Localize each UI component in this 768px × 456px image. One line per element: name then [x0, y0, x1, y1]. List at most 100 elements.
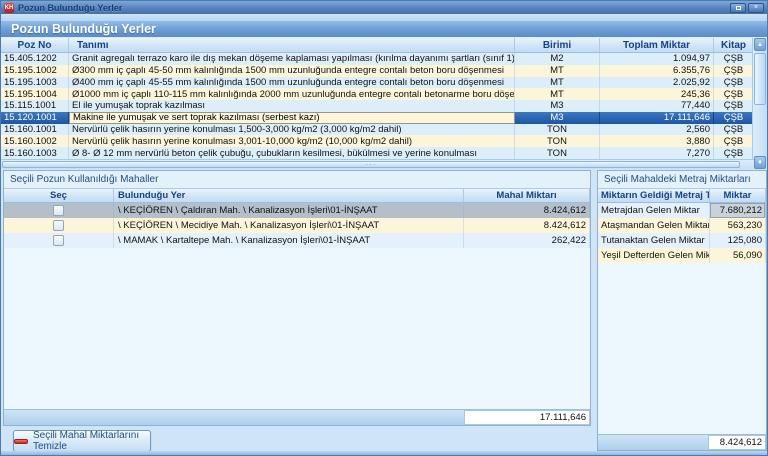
cell-birim: M3 — [515, 100, 600, 112]
cell-tanim: Nervürlü çelik hasırın yerine konulması … — [69, 135, 515, 147]
clear-mahal-amounts-button[interactable]: Seçili Mahal Miktarlarını Temizle — [13, 430, 151, 452]
column-header-metraj-tipi[interactable]: Miktarın Geldiği Metraj Tipi — [598, 189, 710, 202]
cell-poz-no: 15.195.1002 — [1, 65, 69, 77]
table-row-selected[interactable]: 15.120.1001 Makine ile yumuşak ve sert t… — [1, 112, 754, 124]
metraj-row[interactable]: Metrajdan Gelen Miktar 7.680,212 — [598, 203, 766, 218]
cell-tanim: Ø400 mm iç çaplı 45-55 mm kalınlığında 1… — [69, 77, 515, 89]
cell-birim: M2 — [515, 53, 600, 65]
metraj-row[interactable]: Yeşil Defterden Gelen Miktar 56,090 — [598, 248, 766, 263]
row-checkbox[interactable] — [53, 220, 64, 231]
cell-metraj-tipi: Tutanaktan Gelen Miktar — [598, 233, 710, 248]
table-row[interactable]: 15.115.1001 El ile yumuşak toprak kazılm… — [1, 100, 754, 112]
cell-toplam: 1.094,97 — [600, 53, 714, 65]
table-row[interactable]: 15.195.1003 Ø400 mm iç çaplı 45-55 mm ka… — [1, 77, 754, 89]
table-row[interactable]: 15.160.1002 Nervürlü çelik hasırın yerin… — [1, 135, 754, 147]
cell-toplam: 77,440 — [600, 100, 714, 112]
clear-button-label: Seçili Mahal Miktarlarını Temizle — [33, 430, 150, 452]
cell-poz-no: 15.160.1002 — [1, 135, 69, 147]
table-row[interactable]: 15.195.1004 Ø1000 mm iç çaplı 110-115 mm… — [1, 88, 754, 100]
cell-kitap: ÇŞB — [714, 65, 754, 77]
cell-tanim-editing[interactable]: Makine ile yumuşak ve sert toprak kazılm… — [69, 112, 515, 124]
cell-kitap: ÇŞB — [714, 100, 754, 112]
column-header-mahal-miktari[interactable]: Mahal Miktarı — [464, 189, 590, 202]
column-header-toplam-miktar[interactable]: Toplam Miktar — [600, 38, 714, 52]
cell-miktar: 563,230 — [710, 218, 766, 233]
eraser-icon — [14, 439, 28, 444]
cell-toplam: 7,270 — [600, 147, 714, 159]
app-window: KH Pozun Bulunduğu Yerler × Pozun Bulund… — [0, 0, 768, 456]
page-title: Pozun Bulunduğu Yerler — [11, 22, 156, 36]
mahal-row[interactable]: \ KEÇİÖREN \ Mecidiye Mah. \ Kanalizasyo… — [4, 218, 590, 233]
cell-birim: MT — [515, 65, 600, 77]
poz-table: Poz No Tanımı Birimi Toplam Miktar Kitap… — [1, 38, 754, 159]
cell-tanim: Granit agregalı terrazo karo ile dış mek… — [69, 53, 515, 65]
cell-mahal-miktari: 262,422 — [464, 233, 590, 248]
vertical-scroll-thumb[interactable] — [754, 53, 766, 105]
table-row[interactable]: 15.160.1003 Ø 8- Ø 12 mm nervürlü beton … — [1, 147, 754, 159]
metraj-row[interactable]: Ataşmandan Gelen Miktar 563,230 — [598, 218, 766, 233]
column-header-poz-no[interactable]: Poz No — [1, 38, 69, 52]
cell-kitap: ÇŞB — [714, 88, 754, 100]
table-row[interactable]: 15.405.1202 Granit agregalı terrazo karo… — [1, 53, 754, 65]
cell-poz-no: 15.195.1003 — [1, 77, 69, 89]
metraj-panel: Seçili Mahaldeki Metraj Miktarları Mikta… — [597, 170, 767, 451]
scroll-up-icon[interactable]: ▲ — [754, 38, 766, 51]
column-header-birim[interactable]: Birimi — [515, 38, 600, 52]
cell-tanim: Ø1000 mm iç çaplı 110-115 mm kalınlığınd… — [69, 88, 515, 100]
cell-tanim: Nervürlü çelik hasırın yerine konulması … — [69, 124, 515, 136]
cell-poz-no: 15.120.1001 — [1, 112, 69, 124]
mahal-row-selected[interactable]: \ KEÇİÖREN \ Çaldıran Mah. \ Kanalizasyo… — [4, 203, 590, 218]
mahaller-total-row: 17.111,646 — [4, 409, 590, 425]
cell-poz-no: 15.160.1001 — [1, 124, 69, 136]
column-header-kitap[interactable]: Kitap — [714, 38, 754, 52]
cell-toplam: 17.111,646 — [600, 112, 714, 124]
cell-kitap: ÇŞB — [714, 53, 754, 65]
poz-table-header: Poz No Tanımı Birimi Toplam Miktar Kitap — [1, 38, 754, 53]
cell-kitap: ÇŞB — [714, 135, 754, 147]
mahaller-empty-area — [4, 248, 590, 409]
cell-toplam: 2.025,92 — [600, 77, 714, 89]
cell-mahal-miktari: 8.424,612 — [464, 218, 590, 233]
row-checkbox[interactable] — [53, 205, 64, 216]
restore-window-button[interactable] — [730, 3, 746, 13]
metraj-total-row: 8.424,612 — [598, 434, 766, 450]
close-window-button[interactable]: × — [748, 3, 764, 13]
column-header-miktar[interactable]: Miktar — [710, 189, 766, 202]
cell-miktar: 56,090 — [710, 248, 766, 263]
cell-miktar-selected: 7.680,212 — [710, 203, 766, 218]
cell-birim: TON — [515, 124, 600, 136]
window-bottom-edge — [1, 451, 767, 455]
titlebar: KH Pozun Bulunduğu Yerler × — [1, 1, 767, 14]
cell-bulundugu-yer: \ KEÇİÖREN \ Mecidiye Mah. \ Kanalizasyo… — [114, 218, 464, 233]
cell-kitap: ÇŞB — [714, 112, 754, 124]
column-header-tanim[interactable]: Tanımı — [69, 38, 515, 52]
metraj-row[interactable]: Tutanaktan Gelen Miktar 125,080 — [598, 233, 766, 248]
cell-birim: MT — [515, 77, 600, 89]
cell-poz-no: 15.405.1202 — [1, 53, 69, 65]
cell-mahal-miktari: 8.424,612 — [464, 203, 590, 218]
cell-birim: TON — [515, 147, 600, 159]
vertical-scrollbar[interactable]: ▲ ▼ — [752, 38, 767, 169]
toolbar-strip — [1, 14, 767, 21]
cell-toplam: 3,880 — [600, 135, 714, 147]
horizontal-scroll-thumb[interactable]: ··· — [2, 161, 740, 168]
horizontal-scrollbar[interactable]: ··· — [1, 159, 754, 169]
row-checkbox[interactable] — [53, 235, 64, 246]
cell-kitap: ÇŞB — [714, 147, 754, 159]
window-controls: × — [730, 3, 764, 13]
mahaller-panel-title: Seçili Pozun Kullanıldığı Mahaller — [4, 171, 590, 188]
cell-toplam: 2,560 — [600, 124, 714, 136]
column-header-sec[interactable]: Seç — [4, 189, 114, 202]
total-row-filler — [4, 410, 464, 425]
mahaller-total-value: 17.111,646 — [464, 410, 590, 425]
column-header-bulundugu-yer[interactable]: Bulunduğu Yer — [114, 189, 464, 202]
mahal-row[interactable]: \ MAMAK \ Kartaltepe Mah. \ Kanalizasyon… — [4, 233, 590, 248]
app-icon: KH — [4, 3, 14, 13]
cell-tanim: El ile yumuşak toprak kazılması — [69, 100, 515, 112]
cell-metraj-tipi: Ataşmandan Gelen Miktar — [598, 218, 710, 233]
cell-metraj-tipi: Yeşil Defterden Gelen Miktar — [598, 248, 710, 263]
table-row[interactable]: 15.195.1002 Ø300 mm iç çaplı 45-50 mm ka… — [1, 65, 754, 77]
table-row[interactable]: 15.160.1001 Nervürlü çelik hasırın yerin… — [1, 124, 754, 136]
cell-bulundugu-yer: \ MAMAK \ Kartaltepe Mah. \ Kanalizasyon… — [114, 233, 464, 248]
scroll-down-icon[interactable]: ▼ — [754, 156, 766, 169]
